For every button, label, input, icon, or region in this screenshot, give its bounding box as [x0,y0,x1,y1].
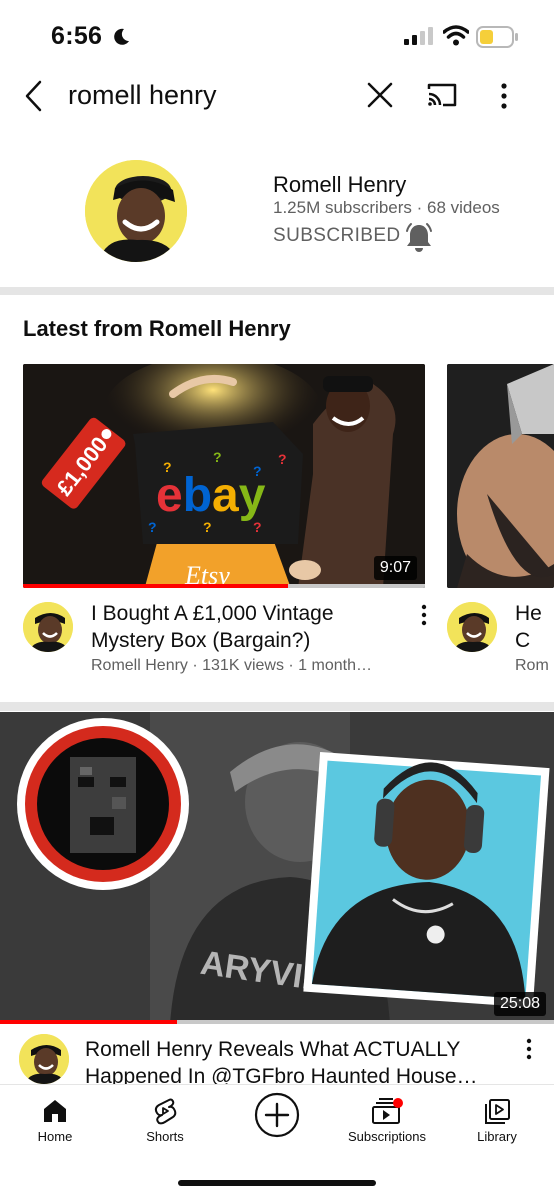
svg-text:?: ? [213,449,222,465]
svg-text:?: ? [253,519,262,535]
create-icon [254,1092,300,1138]
cast-icon[interactable] [425,81,459,109]
nav-subscriptions[interactable]: Subscriptions [337,1097,437,1144]
channel-avatar[interactable] [19,1034,69,1084]
featured-video-thumbnail[interactable]: ARYVILL 25:08 [0,712,554,1024]
video-thumbnail[interactable] [447,364,554,588]
svg-text:?: ? [278,451,287,467]
video-duration: 25:08 [493,992,546,1016]
library-icon [485,1099,510,1124]
subscribed-button[interactable]: SUBSCRIBED [273,225,401,247]
nav-label: Home [37,1129,73,1144]
nav-label: Shorts [146,1129,184,1144]
channel-card[interactable]: Romell Henry 1.25M subscribers · 68 vide… [0,150,554,280]
subscriptions-icon [372,1098,403,1124]
watch-progress-remaining [177,1020,554,1024]
clear-search-icon[interactable] [365,80,395,110]
nav-create[interactable] [227,1091,327,1139]
search-header: romell henry [0,70,554,122]
channel-name[interactable]: Romell Henry [273,172,406,198]
thumbnail-artwork: Etsy ebay ? ? ? ? ? ? ? £1,000 [23,364,425,588]
video-meta: Rom [515,657,549,674]
video-more-icon[interactable] [417,603,431,629]
battery-icon [476,26,518,48]
svg-text:?: ? [253,463,262,479]
video-meta: Romell Henry · 131K views · 1 month… [91,657,372,674]
home-indicator [178,1180,376,1186]
shorts-icon [154,1098,177,1125]
nav-label: Subscriptions [347,1129,427,1144]
video-title[interactable]: Romell Henry Reveals What ACTUALLY Happe… [85,1036,505,1090]
video-more-icon[interactable] [522,1037,536,1063]
nav-shorts[interactable]: Shorts [115,1097,215,1144]
nav-library[interactable]: Library [447,1097,547,1144]
section-title: Latest from Romell Henry [23,316,291,341]
section-divider [0,287,554,295]
nav-home[interactable]: Home [5,1097,105,1144]
thumbnail-artwork [447,364,554,588]
status-bar: 6:56 [0,0,554,70]
svg-text:?: ? [163,459,172,475]
watch-progress-remaining [288,584,425,588]
svg-text:?: ? [203,519,212,535]
watch-progress [23,584,289,588]
channel-meta: 1.25M subscribers · 68 videos [273,198,500,217]
signal-icon [404,27,433,45]
back-icon[interactable] [22,78,46,114]
watch-progress [0,1020,178,1024]
section-divider [0,702,554,711]
video-thumbnail[interactable]: Etsy ebay ? ? ? ? ? ? ? £1,000 9:07 [23,364,425,588]
channel-avatar[interactable] [447,602,497,652]
video-duration: 9:07 [373,556,417,580]
more-options-icon[interactable] [492,80,516,112]
svg-text:?: ? [148,519,157,535]
moon-icon [114,28,129,45]
search-input[interactable]: romell henry [68,80,217,111]
video-title[interactable]: I Bought A £1,000 Vintage Mystery Box (B… [91,600,406,654]
status-time: 6:56 [51,22,103,50]
channel-avatar[interactable] [85,160,187,262]
nav-label: Library [477,1129,517,1144]
video-title[interactable]: He C CHA [515,600,554,654]
ebay-text: ebay [156,469,266,522]
notification-bell-icon[interactable] [404,222,434,254]
wifi-icon [443,25,469,46]
thumbnail-artwork: ARYVILL [0,712,554,1024]
home-icon [44,1100,66,1122]
channel-avatar[interactable] [23,602,73,652]
